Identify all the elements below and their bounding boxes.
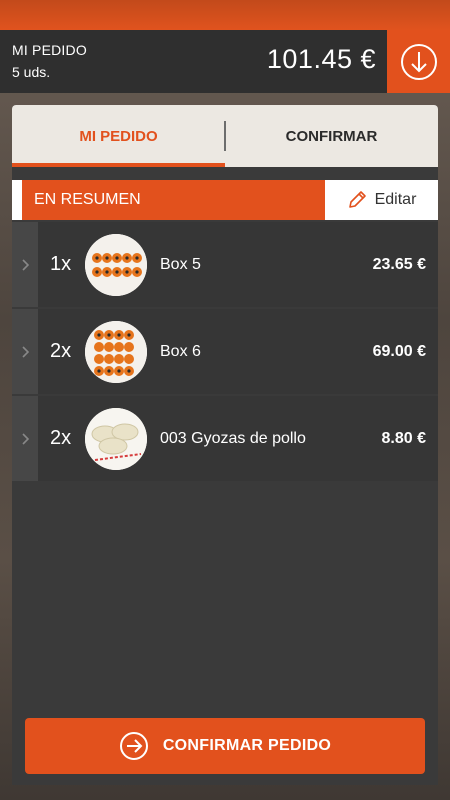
order-panel: MI PEDIDO CONFIRMAR EN RESUMEN Editar 1x (12, 105, 438, 785)
chevron-right-icon[interactable] (12, 309, 38, 394)
list-item[interactable]: 2x Box 6 69.00 € (12, 309, 438, 394)
item-name: 003 Gyozas de pollo (160, 430, 306, 447)
confirm-order-button[interactable]: CONFIRMAR PEDIDO (25, 718, 425, 774)
pencil-icon (348, 191, 366, 208)
item-price: 23.65 € (372, 256, 426, 273)
tab-confirmar[interactable]: CONFIRMAR (225, 105, 438, 167)
order-units: 5 uds. (12, 64, 51, 80)
arrow-down-circle-icon (400, 43, 437, 80)
item-price: 8.80 € (381, 430, 426, 447)
list-item[interactable]: 1x Box 5 23.65 € (12, 222, 438, 307)
summary-strip (12, 180, 22, 220)
item-price: 69.00 € (372, 343, 426, 360)
edit-label: Editar (374, 191, 417, 208)
tab-mi-pedido[interactable]: MI PEDIDO (12, 105, 225, 167)
status-bar (0, 0, 450, 30)
download-button[interactable] (387, 30, 450, 93)
chevron-right-icon[interactable] (12, 222, 38, 307)
item-quantity: 2x (50, 427, 72, 449)
item-name: Box 5 (160, 256, 201, 273)
order-header: MI PEDIDO 5 uds. 101.45 € (0, 30, 450, 93)
sushi-box-image (85, 234, 147, 296)
tab-bar: MI PEDIDO CONFIRMAR (12, 105, 438, 167)
item-name: Box 6 (160, 343, 201, 360)
order-title: MI PEDIDO (12, 42, 87, 58)
summary-bar: EN RESUMEN Editar (12, 180, 438, 220)
order-total: 101.45 € (266, 44, 376, 74)
summary-label: EN RESUMEN (22, 180, 325, 220)
confirm-order-label: CONFIRMAR PEDIDO (162, 737, 332, 754)
chevron-right-icon[interactable] (12, 396, 38, 481)
list-item[interactable]: 2x 003 Gyozas de pollo 8.80 € (12, 396, 438, 481)
item-quantity: 2x (50, 340, 72, 362)
sushi-box-image (85, 321, 147, 383)
gyoza-image (85, 408, 147, 470)
edit-button[interactable]: Editar (325, 180, 438, 220)
item-quantity: 1x (50, 253, 72, 275)
arrow-right-circle-icon (119, 732, 148, 760)
order-items: 1x Box 5 23.65 € 2x Box 6 69.00 € 2x 003… (12, 222, 438, 483)
